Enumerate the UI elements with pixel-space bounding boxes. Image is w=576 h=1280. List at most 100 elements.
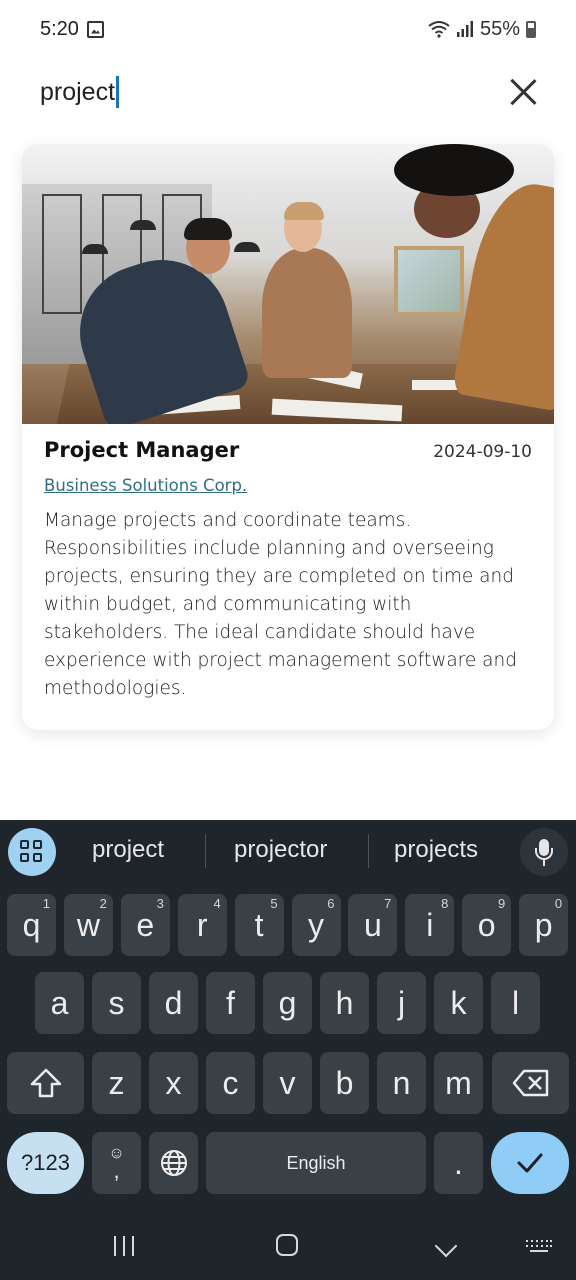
key-k[interactable]: k (434, 972, 483, 1034)
key-label: t (254, 906, 264, 943)
enter-key[interactable] (491, 1132, 569, 1194)
home-icon[interactable] (276, 1234, 298, 1256)
key-hint: 4 (213, 896, 221, 911)
symbols-key[interactable]: ?123 (7, 1132, 84, 1194)
key-label: p (534, 906, 553, 943)
key-b[interactable]: b (320, 1052, 369, 1114)
back-icon[interactable] (434, 1234, 458, 1258)
key-label: q (22, 906, 41, 943)
key-g[interactable]: g (263, 972, 312, 1034)
key-label: j (397, 984, 406, 1021)
space-key[interactable]: English (206, 1132, 426, 1194)
key-label: v (279, 1064, 296, 1101)
key-d[interactable]: d (149, 972, 198, 1034)
key-hint: 6 (327, 896, 335, 911)
key-e[interactable]: e3 (120, 894, 170, 956)
keyboard-hide-icon[interactable] (526, 1240, 552, 1254)
wifi-icon (428, 21, 450, 38)
key-label: k (450, 984, 467, 1021)
key-r[interactable]: r4 (177, 894, 227, 956)
key-w[interactable]: w2 (63, 894, 113, 956)
key-label: z (108, 1064, 125, 1101)
key-hint: 3 (156, 896, 164, 911)
card-header: Project Manager 2024-09-10 (44, 438, 532, 462)
globe-icon (160, 1150, 187, 1176)
key-q[interactable]: q1 (7, 894, 56, 956)
keyboard: project projector projects ?123 ☺ , Engl… (0, 820, 576, 1280)
key-u[interactable]: u7 (348, 894, 398, 956)
suggestion-strip: project projector projects (0, 820, 576, 884)
language-key[interactable] (149, 1132, 198, 1194)
key-z[interactable]: z (92, 1052, 141, 1114)
key-t[interactable]: t5 (234, 894, 284, 956)
key-hint: 8 (441, 896, 449, 911)
key-hint: 9 (497, 896, 506, 911)
status-bar: 5:20 55% (0, 0, 576, 58)
mic-icon[interactable] (520, 828, 568, 876)
key-n[interactable]: n (377, 1052, 426, 1114)
company-link[interactable]: Business Solutions Corp. (44, 476, 247, 495)
search-query: project (40, 77, 116, 106)
key-label: n (392, 1064, 411, 1101)
key-hint: 2 (99, 896, 107, 911)
emoji-comma-key[interactable]: ☺ , (92, 1132, 141, 1194)
period-key[interactable]: . (434, 1132, 483, 1194)
key-hint: 7 (384, 896, 392, 911)
key-hint: 1 (42, 896, 50, 911)
key-label: i (426, 906, 434, 943)
job-image (22, 144, 554, 424)
suggestion-item[interactable]: project (92, 836, 164, 864)
suggestion-item[interactable]: projector (234, 836, 327, 864)
key-label: o (477, 906, 496, 943)
search-input[interactable]: project (40, 76, 508, 108)
key-label: h (335, 984, 354, 1021)
shift-icon (30, 1068, 61, 1098)
job-date: 2024-09-10 (433, 442, 532, 462)
signal-icon (456, 21, 473, 37)
job-result-card[interactable]: Project Manager 2024-09-10 Business Solu… (22, 144, 554, 730)
key-o[interactable]: o9 (462, 894, 512, 956)
backspace-icon (512, 1069, 548, 1097)
key-l[interactable]: l (491, 972, 540, 1034)
key-f[interactable]: f (206, 972, 255, 1034)
key-label: b (335, 1064, 354, 1101)
check-icon (517, 1153, 543, 1173)
key-label: l (511, 984, 520, 1021)
key-label: g (278, 984, 297, 1021)
close-icon[interactable] (508, 77, 538, 107)
search-bar: project (0, 62, 576, 122)
key-label: w (76, 906, 100, 943)
key-label: m (445, 1064, 472, 1101)
screen: 5:20 55% project Project Manager 2024-09… (0, 0, 576, 1280)
key-label: a (50, 984, 69, 1021)
backspace-key[interactable] (492, 1052, 569, 1114)
job-description: Manage projects and coordinate teams. Re… (44, 510, 517, 699)
suggestion-item[interactable]: projects (394, 836, 478, 864)
status-time: 5:20 (40, 17, 79, 40)
key-v[interactable]: v (263, 1052, 312, 1114)
system-nav-bar (0, 1212, 576, 1280)
key-p[interactable]: p0 (519, 894, 569, 956)
key-x[interactable]: x (149, 1052, 198, 1114)
job-title: Project Manager (44, 438, 240, 462)
key-i[interactable]: i8 (405, 894, 455, 956)
recents-icon[interactable] (114, 1236, 136, 1256)
key-label: y (308, 906, 324, 943)
key-label: s (108, 984, 125, 1021)
key-y[interactable]: y6 (291, 894, 341, 956)
key-j[interactable]: j (377, 972, 426, 1034)
shift-key[interactable] (7, 1052, 84, 1114)
battery-percent: 55% (479, 17, 520, 40)
key-m[interactable]: m (434, 1052, 483, 1114)
key-label: d (164, 984, 183, 1021)
image-icon (86, 20, 104, 38)
battery-icon (526, 20, 536, 38)
apps-grid-icon[interactable] (8, 828, 56, 876)
key-s[interactable]: s (92, 972, 141, 1034)
key-h[interactable]: h (320, 972, 369, 1034)
card-body: Project Manager 2024-09-10 Business Solu… (22, 424, 554, 703)
key-a[interactable]: a (35, 972, 84, 1034)
comma-label: , (113, 1158, 120, 1183)
key-c[interactable]: c (206, 1052, 255, 1114)
key-hint: 5 (270, 896, 278, 911)
